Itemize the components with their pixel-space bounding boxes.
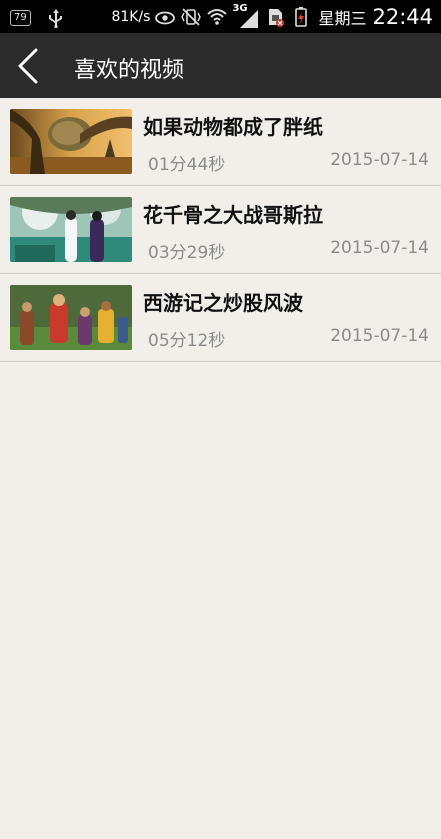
video-date: 2015-07-14 xyxy=(330,238,429,258)
video-thumbnail xyxy=(10,197,132,262)
weekday-text: 星期三 xyxy=(318,9,367,28)
app-header: 喜欢的视频 xyxy=(0,33,441,98)
favorite-video-list: 如果动物都成了胖纸 01分44秒 2015-07-14 花千骨之大战哥斯拉 03… xyxy=(0,98,441,362)
video-title: 如果动物都成了胖纸 xyxy=(143,115,323,139)
mute-vibrate-icon xyxy=(180,6,202,28)
video-date: 2015-07-14 xyxy=(330,150,429,170)
video-title: 西游记之炒股风波 xyxy=(143,291,303,315)
video-duration: 03分29秒 xyxy=(148,243,226,263)
back-button[interactable] xyxy=(6,41,54,91)
usb-icon xyxy=(45,7,67,29)
eye-icon xyxy=(154,6,176,28)
status-bar: 79 81K/s 3G 星期三 22:44 xyxy=(0,0,441,33)
video-thumbnail xyxy=(10,285,132,350)
video-thumbnail xyxy=(10,109,132,174)
wifi-icon xyxy=(206,6,228,28)
video-list-item[interactable]: 花千骨之大战哥斯拉 03分29秒 2015-07-14 xyxy=(0,186,441,274)
video-duration: 01分44秒 xyxy=(148,155,226,175)
video-list-item[interactable]: 西游记之炒股风波 05分12秒 2015-07-14 xyxy=(0,274,441,362)
no-sim-icon xyxy=(264,6,286,28)
video-date: 2015-07-14 xyxy=(330,326,429,346)
chevron-left-icon xyxy=(18,48,38,84)
battery-level-badge: 79 xyxy=(10,10,31,26)
video-title: 花千骨之大战哥斯拉 xyxy=(143,203,323,227)
page-title: 喜欢的视频 xyxy=(74,58,185,83)
signal-3g-icon: 3G xyxy=(232,3,260,28)
video-list-item[interactable]: 如果动物都成了胖纸 01分44秒 2015-07-14 xyxy=(0,98,441,186)
clock-text: 22:44 xyxy=(372,5,433,29)
battery-charging-icon xyxy=(290,6,312,28)
net-speed-text: 81K/s xyxy=(111,9,151,25)
video-duration: 05分12秒 xyxy=(148,331,226,351)
